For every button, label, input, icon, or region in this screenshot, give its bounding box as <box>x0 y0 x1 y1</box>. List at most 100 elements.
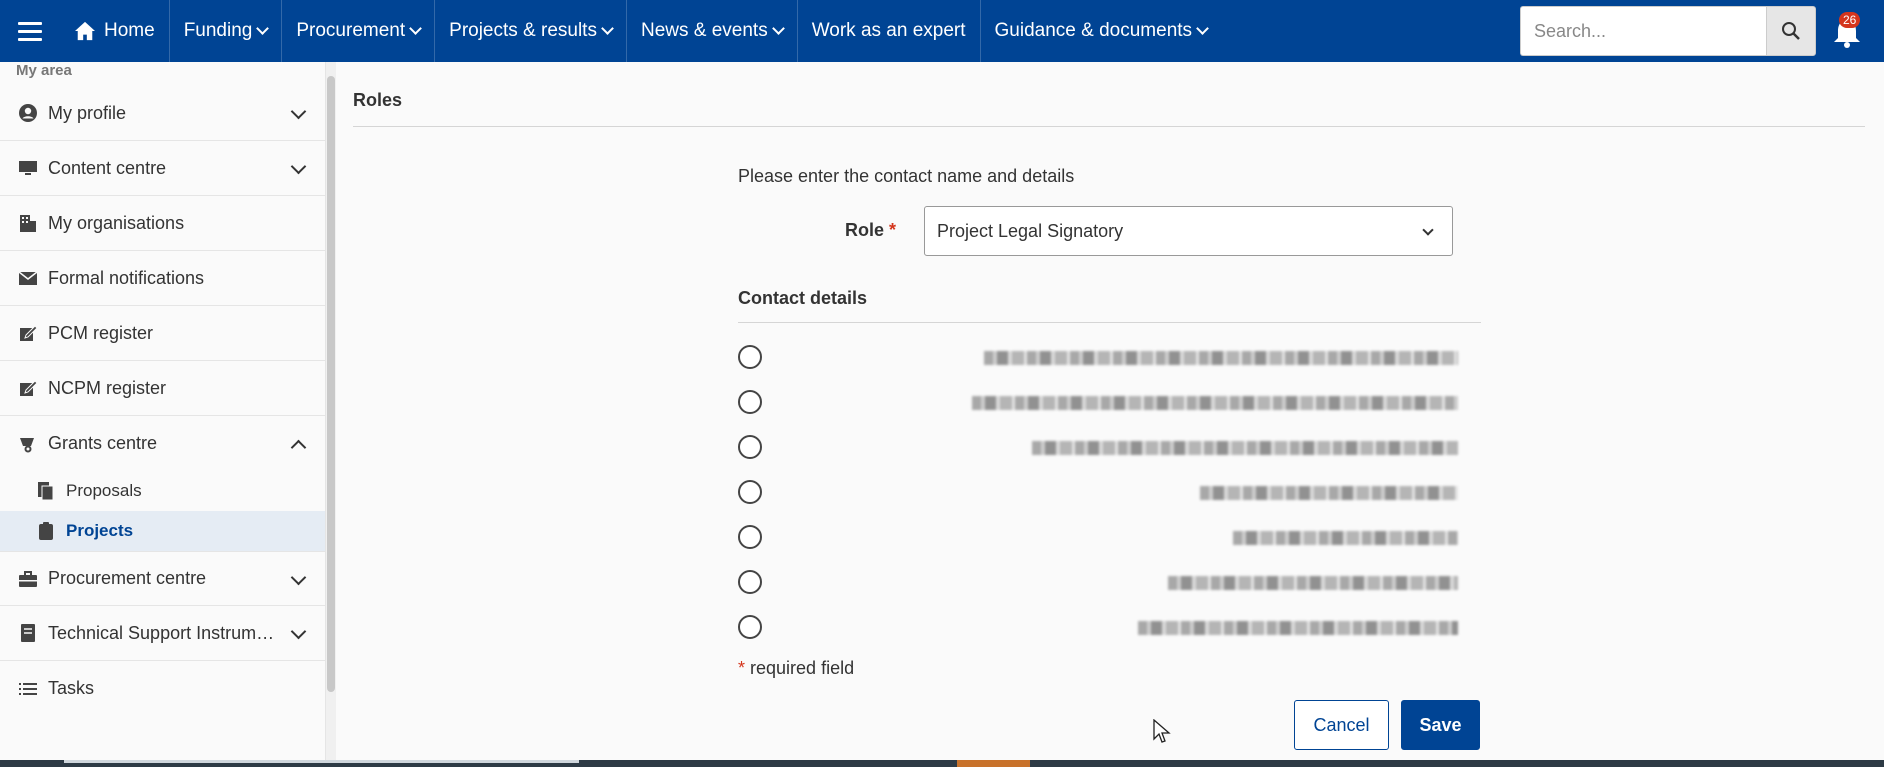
required-field-note: * required field <box>738 658 854 679</box>
role-select-value: Project Legal Signatory <box>937 220 1124 241</box>
search-button[interactable] <box>1766 6 1816 56</box>
nav-news-events[interactable]: News & events <box>627 0 798 62</box>
sidebar-item-technical-support[interactable]: Technical Support Instrum… <box>0 606 325 661</box>
nav-work-as-expert-label: Work as an expert <box>811 20 966 41</box>
role-select[interactable]: Project Legal Signatory <box>924 206 1453 256</box>
redacted-contact-text <box>1138 621 1458 635</box>
contact-option[interactable] <box>738 615 1458 641</box>
sidebar-item-formal-notifications[interactable]: Formal notifications <box>0 251 325 306</box>
sidebar-item-label: Procurement centre <box>48 568 207 588</box>
sidebar-item-procurement-centre[interactable]: Procurement centre <box>0 551 325 606</box>
menu-icon[interactable] <box>0 0 60 62</box>
sidebar-item-my-organisations[interactable]: My organisations <box>0 196 325 251</box>
sidebar-item-content-centre[interactable]: Content centre <box>0 141 325 196</box>
chevron-up-icon <box>290 439 307 456</box>
nav-projects-results-label: Projects & results <box>449 20 597 41</box>
sidebar-item-label: PCM register <box>48 322 154 343</box>
save-button[interactable]: Save <box>1401 700 1480 750</box>
chevron-down-icon <box>771 22 785 35</box>
divider <box>353 126 1865 127</box>
contact-option[interactable] <box>738 345 1458 371</box>
redacted-contact-text <box>972 396 1458 410</box>
envelope-icon <box>18 268 38 288</box>
chevron-down-icon <box>1196 22 1209 35</box>
nav-home-label: Home <box>104 20 155 41</box>
contact-details-title: Contact details <box>738 288 868 308</box>
sidebar-section-label: My area <box>16 62 72 79</box>
sidebar-subitem-projects[interactable]: Projects <box>0 511 325 551</box>
nav-procurement-label: Procurement <box>296 20 406 41</box>
sidebar-item-label: Formal notifications <box>48 267 205 288</box>
required-marker: * <box>889 220 897 240</box>
grants-icon <box>18 434 38 454</box>
radio-button[interactable] <box>738 435 762 459</box>
chevron-down-icon <box>290 569 307 586</box>
sidebar-item-label: Tasks <box>48 678 95 698</box>
redacted-contact-text <box>1032 441 1458 455</box>
nav-guidance-documents-label: Guidance & documents <box>994 20 1193 41</box>
sidebar-item-label: Content centre <box>48 157 167 178</box>
nav-funding-label: Funding <box>183 20 253 41</box>
sidebar-subitem-label: Proposals <box>66 481 142 500</box>
radio-button[interactable] <box>738 480 762 504</box>
nav-work-as-expert[interactable]: Work as an expert <box>798 0 981 62</box>
sidebar-item-ncpm-register[interactable]: NCPM register <box>0 361 325 416</box>
redacted-contact-text <box>1200 486 1458 500</box>
chevron-down-icon <box>409 22 423 35</box>
chevron-down-icon <box>290 103 307 120</box>
cancel-button[interactable]: Cancel <box>1294 700 1389 750</box>
chevron-down-icon <box>256 22 270 35</box>
contact-option[interactable] <box>738 570 1458 596</box>
sidebar-item-label: My profile <box>48 102 127 123</box>
contact-option[interactable] <box>738 390 1458 416</box>
contact-option[interactable] <box>738 525 1458 551</box>
radio-button[interactable] <box>738 615 762 639</box>
building-icon <box>18 213 38 233</box>
clipboard-icon <box>36 521 56 541</box>
redacted-contact-text <box>1233 531 1458 545</box>
edit-box-icon <box>18 323 38 343</box>
contact-option[interactable] <box>738 435 1458 461</box>
nav-news-events-label: News & events <box>640 20 768 41</box>
monitor-icon <box>18 158 38 178</box>
chevron-down-icon <box>290 158 307 175</box>
nav-procurement[interactable]: Procurement <box>282 0 436 62</box>
page-title: Roles <box>353 90 403 110</box>
chevron-down-icon <box>290 623 307 640</box>
required-marker: * <box>738 658 746 678</box>
radio-button[interactable] <box>738 345 762 369</box>
radio-button[interactable] <box>738 525 762 549</box>
nav-funding[interactable]: Funding <box>170 0 283 62</box>
sidebar-item-my-profile[interactable]: My profile <box>0 86 325 141</box>
user-circle-icon <box>18 103 38 123</box>
nav-projects-results[interactable]: Projects & results <box>435 0 627 62</box>
radio-button[interactable] <box>738 570 762 594</box>
sidebar-item-label: Technical Support Instrum… <box>48 622 275 643</box>
contact-option[interactable] <box>738 480 1458 506</box>
chevron-down-icon <box>1422 224 1434 236</box>
proposals-icon <box>36 481 56 501</box>
sidebar-item-label: NCPM register <box>48 377 167 398</box>
taskbar-segment <box>64 760 579 763</box>
home-icon <box>75 21 95 41</box>
nav-home[interactable]: Home <box>60 0 170 62</box>
sidebar-subitem-proposals[interactable]: Proposals <box>0 471 325 511</box>
nav-guidance-documents[interactable]: Guidance & documents <box>981 0 1222 62</box>
divider <box>738 322 1481 323</box>
sidebar: My area My profile Content centre My org… <box>0 62 326 760</box>
sidebar-item-tasks[interactable]: Tasks <box>0 661 325 716</box>
role-label-text: Role <box>845 220 885 240</box>
redacted-contact-text <box>1168 576 1458 590</box>
briefcase-icon <box>18 569 38 589</box>
radio-button[interactable] <box>738 390 762 414</box>
search-input[interactable] <box>1520 6 1766 56</box>
sidebar-subitem-label: Projects <box>66 521 134 540</box>
search-icon <box>1782 22 1800 40</box>
sidebar-item-pcm-register[interactable]: PCM register <box>0 306 325 361</box>
sidebar-item-grants-centre[interactable]: Grants centre <box>0 416 325 471</box>
sidebar-item-label: My organisations <box>48 212 185 233</box>
main-content: Roles Please enter the contact name and … <box>337 62 1884 760</box>
sidebar-item-label: Grants centre <box>48 433 158 453</box>
taskbar-strip <box>0 760 1884 767</box>
sidebar-scrollbar-thumb[interactable] <box>327 76 335 692</box>
